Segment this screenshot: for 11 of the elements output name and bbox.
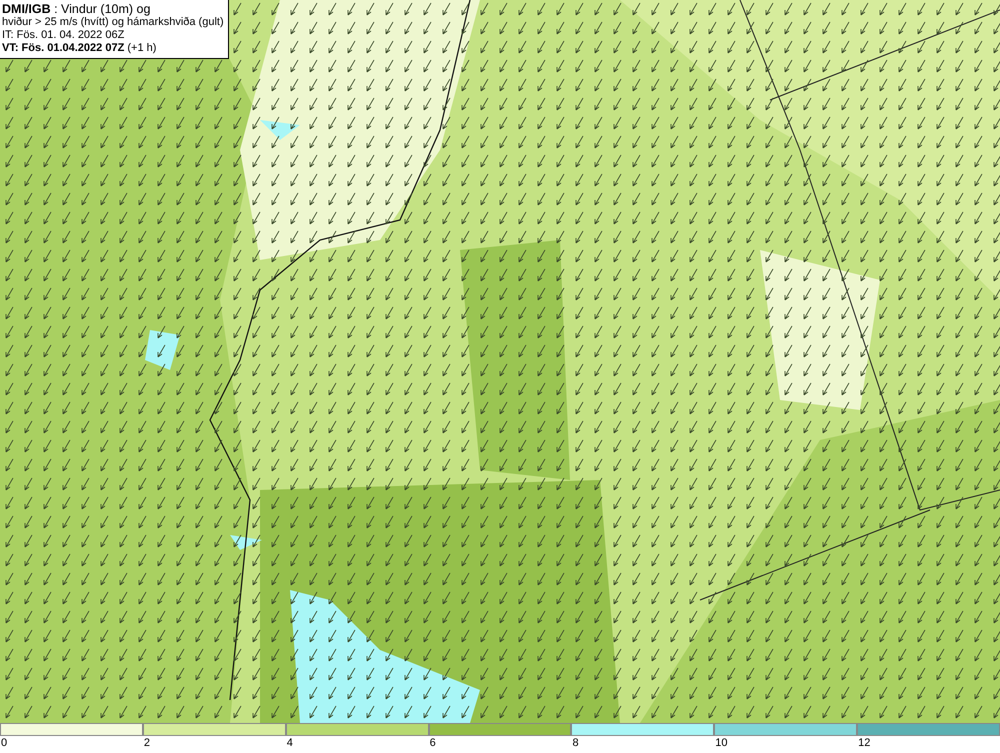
header-text: IT: Fös. 01. 04. 2022 06Z [2,29,126,42]
header-text: DMI/IGB : Vindur (10m) og [2,2,152,16]
header-text: hviður > 25 m/s (hvítt) og hámarkshviða (gult) [2,16,224,29]
header-text: VT: Fös. 01.04.2022 07Z (+1 h) [2,42,158,55]
scale-label: 6 [428,736,436,750]
scale-label: 4 [286,736,293,750]
scale-label: 0 [0,736,8,750]
scale-label: 12 [857,736,870,750]
scale-label: 8 [571,736,579,750]
scale-label: 10 [714,736,728,750]
scale-label: 2 [142,736,150,750]
